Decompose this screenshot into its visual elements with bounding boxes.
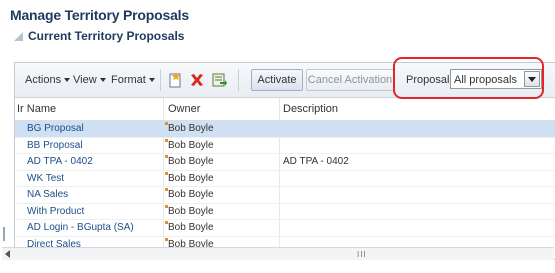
owner-cell: Bob Boyle: [165, 221, 214, 233]
caret-down-icon: [148, 78, 155, 83]
owner-cell: Bob Boyle: [165, 171, 214, 184]
proposal-name-link[interactable]: NA Sales: [27, 189, 68, 200]
proposal-name-link[interactable]: BB Proposal: [27, 140, 83, 151]
delete-icon[interactable]: [188, 71, 206, 89]
actions-menu[interactable]: Actions: [25, 74, 71, 86]
table-row[interactable]: With Product Bob Boyle: [15, 204, 555, 220]
proposal-name-link[interactable]: BG Proposal: [27, 123, 84, 134]
cancel-activation-button[interactable]: Cancel Activation: [306, 69, 394, 91]
proposal-name-link[interactable]: WK Test: [27, 173, 64, 184]
owner-flag-icon: [165, 221, 168, 224]
new-document-icon[interactable]: [167, 71, 185, 89]
caret-down-icon: [99, 78, 106, 83]
column-header-name[interactable]: Ir Name: [17, 103, 56, 115]
table-row[interactable]: NA Sales Bob Boyle: [15, 187, 555, 204]
scroll-grip[interactable]: III: [357, 250, 367, 259]
column-header-owner[interactable]: Owner: [168, 103, 200, 115]
owner-flag-icon: [165, 204, 168, 208]
table-row[interactable]: BB Proposal Bob Boyle: [15, 138, 555, 154]
owner-flag-icon: [165, 155, 168, 158]
page-title: Manage Territory Proposals: [10, 7, 189, 23]
activate-button[interactable]: Activate: [251, 69, 303, 91]
column-header-description[interactable]: Description: [283, 103, 338, 115]
collapse-icon[interactable]: [14, 31, 23, 41]
caret-down-icon: [64, 78, 71, 83]
horizontal-scrollbar[interactable]: III: [2, 247, 554, 260]
table-body: BG Proposal Bob Boyle BB Proposal Bob Bo…: [15, 121, 555, 253]
owner-cell: Bob Boyle: [165, 204, 214, 217]
section-header[interactable]: Current Territory Proposals: [14, 29, 184, 43]
owner-cell: Bob Boyle: [165, 122, 214, 134]
table-row[interactable]: AD TPA - 0402 Bob Boyle AD TPA - 0402: [15, 154, 555, 171]
owner-flag-icon: [165, 188, 168, 191]
table-header: Ir Name Owner Description: [15, 98, 555, 121]
owner-flag-icon: [165, 122, 168, 125]
owner-cell: Bob Boyle: [165, 138, 214, 151]
owner-cell: Bob Boyle: [165, 155, 214, 167]
table-row[interactable]: BG Proposal Bob Boyle: [15, 121, 555, 138]
description-cell: AD TPA - 0402: [283, 156, 349, 167]
table-row[interactable]: WK Test Bob Boyle: [15, 171, 555, 187]
scroll-left-icon[interactable]: [5, 250, 10, 258]
proposals-filter-highlight: [393, 57, 544, 99]
proposal-name-link[interactable]: AD TPA - 0402: [27, 156, 93, 167]
view-menu[interactable]: View: [73, 74, 106, 86]
toolbar-divider: [238, 69, 239, 91]
table-row[interactable]: AD Login - BGupta (SA) Bob Boyle: [15, 220, 555, 237]
owner-flag-icon: [165, 171, 168, 175]
proposal-name-link[interactable]: With Product: [27, 206, 84, 217]
format-menu[interactable]: Format: [111, 74, 155, 86]
owner-flag-icon: [165, 237, 168, 241]
toolbar-divider: [160, 69, 161, 91]
export-icon[interactable]: [210, 71, 228, 89]
splitter-handle[interactable]: [3, 227, 5, 241]
owner-flag-icon: [165, 138, 168, 142]
proposal-name-link[interactable]: AD Login - BGupta (SA): [27, 222, 134, 233]
owner-cell: Bob Boyle: [165, 188, 214, 200]
section-title: Current Territory Proposals: [28, 29, 185, 43]
